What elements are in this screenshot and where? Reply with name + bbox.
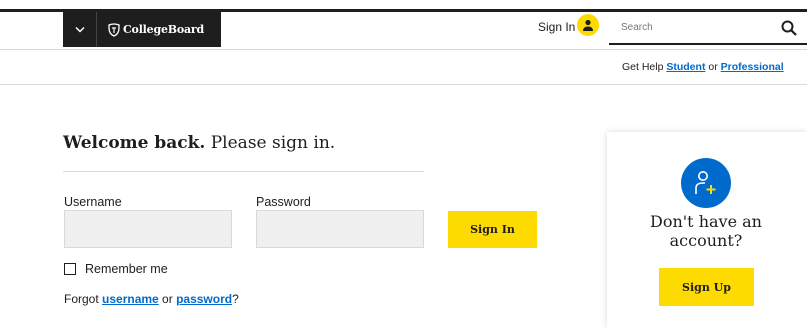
brand-name: CollegeBoard bbox=[123, 23, 204, 36]
acorn-logo-icon bbox=[108, 22, 120, 37]
add-user-badge bbox=[681, 158, 731, 208]
remember-me-label: Remember me bbox=[85, 262, 168, 276]
sign-up-button[interactable]: Sign Up bbox=[659, 268, 754, 306]
help-prefix: Get Help bbox=[622, 61, 664, 73]
forgot-username-link[interactable]: username bbox=[102, 292, 159, 306]
menu-toggle-button[interactable] bbox=[63, 12, 97, 47]
search-bar bbox=[609, 13, 807, 45]
signup-card: Don't have an account? Sign Up bbox=[607, 132, 807, 328]
header-logo-block: CollegeBoard bbox=[63, 12, 221, 47]
header-divider bbox=[0, 49, 807, 50]
forgot-prefix: Forgot bbox=[64, 292, 103, 306]
checkbox-box[interactable] bbox=[64, 263, 76, 275]
search-icon bbox=[781, 20, 797, 36]
username-label: Username bbox=[64, 195, 122, 209]
password-input[interactable] bbox=[256, 210, 424, 248]
help-professional-link[interactable]: Professional bbox=[721, 61, 784, 73]
forgot-credentials: Forgot username or password? bbox=[64, 292, 239, 306]
password-label: Password bbox=[256, 195, 311, 209]
forgot-suffix: ? bbox=[232, 292, 239, 306]
help-links: Get Help Student or Professional bbox=[622, 61, 784, 73]
header-sign-in-link[interactable]: Sign In bbox=[538, 20, 575, 34]
signup-prompt-line1: Don't have an bbox=[650, 212, 762, 231]
page-title: Welcome back. Please sign in. bbox=[63, 133, 335, 153]
chevron-down-icon bbox=[74, 26, 85, 33]
signup-prompt: Don't have an account? bbox=[607, 212, 805, 250]
collegeboard-logo[interactable]: CollegeBoard bbox=[97, 22, 204, 37]
welcome-rest: Please sign in. bbox=[205, 133, 336, 153]
help-student-link[interactable]: Student bbox=[666, 61, 705, 73]
add-user-icon bbox=[695, 171, 716, 194]
forgot-password-link[interactable]: password bbox=[176, 292, 232, 306]
user-avatar[interactable] bbox=[577, 14, 599, 36]
search-button[interactable] bbox=[781, 20, 797, 41]
user-icon bbox=[583, 19, 593, 31]
forgot-or: or bbox=[158, 292, 177, 306]
signup-prompt-line2: account? bbox=[669, 231, 743, 250]
search-input[interactable] bbox=[621, 22, 771, 33]
title-divider bbox=[63, 171, 424, 172]
help-or: or bbox=[708, 61, 718, 73]
welcome-bold: Welcome back. bbox=[63, 133, 206, 153]
help-divider bbox=[0, 84, 807, 85]
remember-me-checkbox[interactable]: Remember me bbox=[64, 262, 168, 276]
username-input[interactable] bbox=[64, 210, 232, 248]
sign-in-button[interactable]: Sign In bbox=[448, 211, 537, 248]
